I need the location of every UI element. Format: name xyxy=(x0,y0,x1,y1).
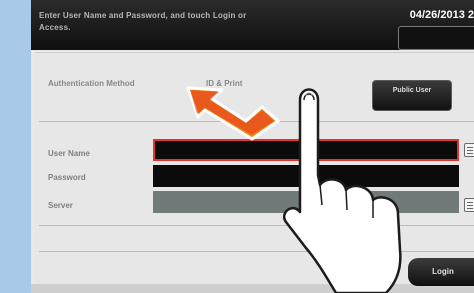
user-name-field[interactable] xyxy=(153,139,459,161)
auth-method-label: Authentication Method xyxy=(48,79,135,88)
server-label: Server xyxy=(48,201,73,210)
date-time: 04/26/2013 2 xyxy=(409,9,474,21)
instruction-message: Enter User Name and Password, and touch … xyxy=(39,11,247,32)
divider xyxy=(39,251,474,252)
password-field[interactable] xyxy=(153,165,459,187)
touch-screen: Enter User Name and Password, and touch … xyxy=(31,0,474,293)
divider xyxy=(39,225,474,226)
public-user-button[interactable]: Public User xyxy=(372,80,452,111)
auth-method-value: ID & Print xyxy=(206,79,243,88)
keyboard-icon[interactable] xyxy=(464,143,474,157)
server-field xyxy=(153,191,459,213)
top-bar: Enter User Name and Password, and touch … xyxy=(31,0,474,50)
top-right-button[interactable] xyxy=(398,26,474,50)
login-panel: Authentication Method ID & Print Public … xyxy=(35,52,474,285)
login-button[interactable]: Login xyxy=(408,258,474,286)
bottom-strip xyxy=(31,284,474,293)
user-name-label: User Name xyxy=(48,149,90,158)
divider xyxy=(39,121,474,122)
password-label: Password xyxy=(48,173,86,182)
keyboard-icon[interactable] xyxy=(464,198,474,212)
